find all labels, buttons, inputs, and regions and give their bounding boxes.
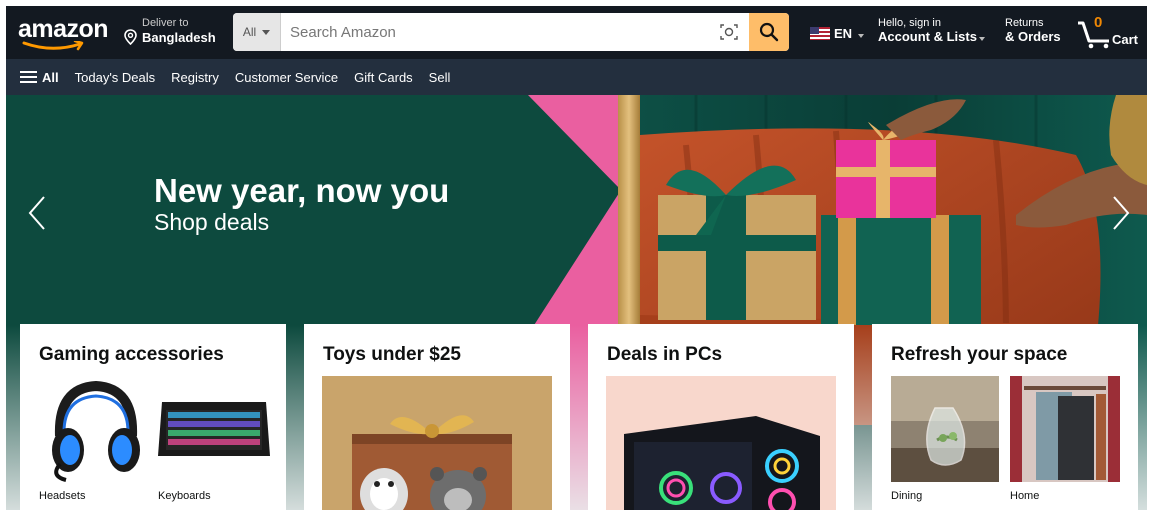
card-title[interactable]: Toys under $25 [323, 344, 461, 366]
nav-link-todays-deals[interactable]: Today's Deals [75, 70, 156, 85]
logo-text: amazon [18, 15, 109, 43]
us-flag-icon [810, 27, 830, 40]
all-menu-button[interactable]: All [20, 70, 59, 85]
amazon-logo[interactable]: amazon [18, 15, 110, 51]
dining-image[interactable] [891, 376, 999, 482]
card-title[interactable]: Refresh your space [891, 344, 1067, 366]
all-menu-label: All [42, 69, 59, 85]
chevron-down-icon [858, 33, 865, 38]
amazon-page: amazon Deliver to Bangladesh All Search … [6, 6, 1147, 510]
nav-link-gift-cards[interactable]: Gift Cards [354, 70, 413, 85]
account-label: Account & Lists [878, 29, 977, 44]
orders-label: & Orders [1005, 29, 1061, 44]
hamburger-icon [20, 71, 37, 83]
returns-label: Returns [1005, 17, 1044, 29]
account-greeting: Hello, sign in [878, 17, 941, 29]
keyboard-image[interactable] [158, 396, 270, 464]
card-deals-in-pcs: Deals in PCs [588, 324, 854, 510]
chevron-down-icon [262, 29, 271, 35]
deliver-label: Deliver to [142, 17, 189, 29]
card-gaming-accessories: Gaming accessories Headsets Keyboards [20, 324, 286, 510]
search-category-label: All [242, 25, 257, 39]
caption-keyboards[interactable]: Keyboards [158, 490, 211, 502]
cart-label: Cart [1112, 32, 1139, 47]
chevron-right-icon [1113, 196, 1130, 230]
cart-button[interactable]: 0 Cart [1076, 14, 1140, 51]
nav-link-customer-service[interactable]: Customer Service [235, 70, 338, 85]
deliver-location: Bangladesh [142, 30, 216, 45]
logo-smile-icon [22, 41, 84, 51]
home-image[interactable] [1010, 376, 1120, 482]
chevron-down-icon [978, 36, 985, 41]
caption-dining[interactable]: Dining [891, 490, 922, 502]
location-pin-icon [124, 29, 137, 45]
toys-image[interactable] [322, 376, 552, 510]
language-label: EN [834, 26, 853, 41]
nav-link-registry[interactable]: Registry [171, 70, 219, 85]
sub-navigation: All Today's Deals Registry Customer Serv… [6, 59, 1147, 95]
card-title[interactable]: Deals in PCs [607, 344, 722, 366]
search-icon [759, 22, 779, 42]
search-input[interactable] [282, 13, 722, 51]
caption-home[interactable]: Home [1010, 490, 1039, 502]
hero-headline: New year, now you [154, 172, 450, 209]
headset-image[interactable] [40, 376, 148, 484]
hero-subheadline[interactable]: Shop deals [154, 209, 269, 236]
top-navigation: amazon Deliver to Bangladesh All Search … [6, 6, 1147, 59]
returns-orders[interactable]: Returns & Orders [1005, 17, 1061, 44]
language-selector[interactable]: EN [810, 26, 865, 41]
camera-search-icon[interactable] [720, 23, 738, 41]
card-title[interactable]: Gaming accessories [39, 344, 224, 366]
search-button[interactable] [749, 13, 789, 51]
search-bar: All [233, 13, 789, 51]
search-category-dropdown[interactable]: All [233, 13, 281, 51]
caption-headsets[interactable]: Headsets [39, 490, 85, 502]
card-toys-under-25: Toys under $25 [304, 324, 570, 510]
card-refresh-your-space: Refresh your space Dining Home [872, 324, 1138, 510]
carousel-next-button[interactable] [1106, 190, 1136, 236]
nav-link-sell[interactable]: Sell [429, 70, 451, 85]
cart-count: 0 [1094, 14, 1103, 31]
gaming-pc-image[interactable] [606, 376, 836, 510]
chevron-left-icon [28, 196, 45, 230]
carousel-prev-button[interactable] [22, 190, 52, 236]
account-lists[interactable]: Hello, sign in Account & Lists [878, 17, 985, 44]
